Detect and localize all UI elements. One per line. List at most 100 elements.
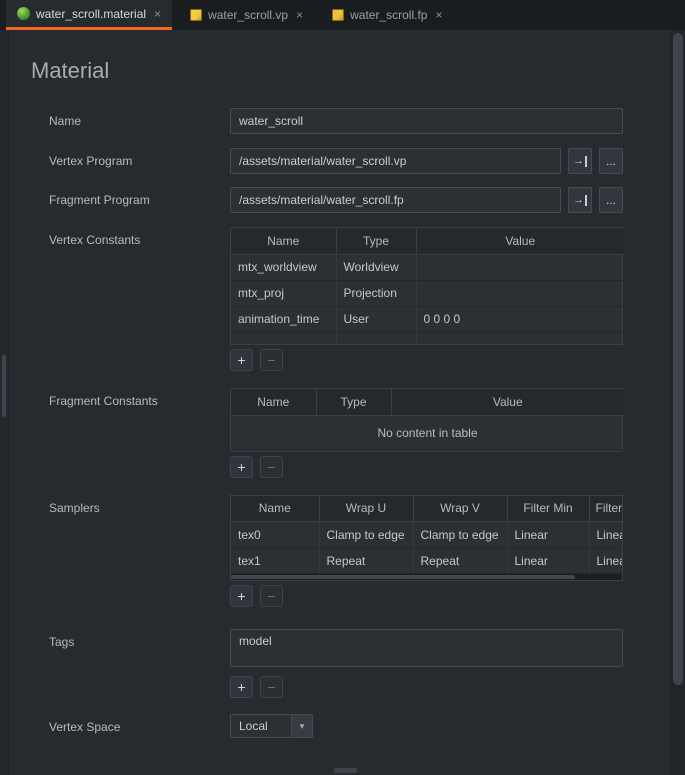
samplers-label: Samplers xyxy=(31,495,230,608)
column-header-filter-min: Filter Min xyxy=(507,496,589,522)
table-row[interactable]: mtx_worldview Worldview xyxy=(231,254,624,280)
cell-name[interactable]: tex0 xyxy=(231,522,319,548)
column-header-value: Value xyxy=(391,389,624,415)
cell-type[interactable]: User xyxy=(336,306,416,332)
vertex-program-row: Vertex Program → ... xyxy=(31,148,671,174)
tab-water-scroll-fp[interactable]: water_scroll.fp × xyxy=(321,0,453,30)
tab-water-scroll-material[interactable]: water_scroll.material × xyxy=(6,0,172,30)
cell-wrap-v[interactable]: Repeat xyxy=(413,548,507,574)
cell-filter-min[interactable]: Linear xyxy=(507,548,589,574)
close-tab-icon[interactable]: × xyxy=(296,8,303,22)
cell-name[interactable]: mtx_worldview xyxy=(231,254,336,280)
jump-to-resource-icon: → xyxy=(573,195,587,206)
table-row[interactable]: tex0 Clamp to edge Clamp to edge Linear … xyxy=(231,522,622,548)
vertical-scrollbar-thumb[interactable] xyxy=(673,33,683,685)
fragment-constants-row: Fragment Constants Name Type Value No co xyxy=(31,388,671,478)
remove-vertex-constant-button[interactable]: − xyxy=(260,349,283,371)
tags-row: Tags model + − xyxy=(31,629,671,698)
fragment-program-label: Fragment Program xyxy=(31,187,230,213)
remove-fragment-constant-button[interactable]: − xyxy=(260,456,283,478)
fragment-constants-table: Name Type Value No content in table xyxy=(230,388,623,452)
column-header-name: Name xyxy=(231,228,336,254)
table-row[interactable]: animation_time User 0 0 0 0 xyxy=(231,306,624,332)
name-row: Name xyxy=(31,108,671,134)
table-header-row: Name Type Value xyxy=(231,389,624,415)
add-tag-button[interactable]: + xyxy=(230,676,253,698)
page-title: Material xyxy=(31,58,671,84)
material-editor-panel: Material Name Vertex Program → ... Fragm… xyxy=(9,30,671,775)
table-header-row: Name Wrap U Wrap V Filter Min Filter xyxy=(231,496,622,522)
cell-value[interactable] xyxy=(416,280,624,306)
add-fragment-constant-button[interactable]: + xyxy=(230,456,253,478)
cell-wrap-v[interactable]: Clamp to edge xyxy=(413,522,507,548)
table-header-row: Name Type Value xyxy=(231,228,624,254)
cell-filter-min[interactable]: Linear xyxy=(507,522,589,548)
column-header-type: Type xyxy=(336,228,416,254)
cell-filter-mag[interactable]: Linear xyxy=(589,548,622,574)
fragment-program-input[interactable] xyxy=(230,187,561,213)
open-vertex-program-button[interactable]: → xyxy=(568,148,592,174)
vertex-program-input[interactable] xyxy=(230,148,561,174)
remove-sampler-button[interactable]: − xyxy=(260,585,283,607)
close-tab-icon[interactable]: × xyxy=(435,8,442,22)
open-fragment-program-button[interactable]: → xyxy=(568,187,592,213)
samplers-horizontal-scrollbar[interactable] xyxy=(231,574,622,580)
fragment-program-row: Fragment Program → ... xyxy=(31,187,671,213)
samplers-horizontal-scrollbar-thumb[interactable] xyxy=(231,575,575,579)
table-row[interactable]: tex1 Repeat Repeat Linear Linear xyxy=(231,548,622,574)
tags-label: Tags xyxy=(31,629,230,698)
cell-type[interactable]: Projection xyxy=(336,280,416,306)
column-header-name: Name xyxy=(231,496,319,522)
cell-wrap-u[interactable]: Repeat xyxy=(319,548,413,574)
vertex-space-dropdown[interactable]: Local ▾ xyxy=(230,714,313,738)
ellipsis-icon: ... xyxy=(606,193,616,207)
empty-table-row: No content in table xyxy=(231,415,624,450)
column-header-value: Value xyxy=(416,228,624,254)
vertical-scrollbar[interactable] xyxy=(671,30,685,775)
browse-vertex-program-button[interactable]: ... xyxy=(599,148,623,174)
tab-label: water_scroll.material xyxy=(36,7,146,21)
browse-fragment-program-button[interactable]: ... xyxy=(599,187,623,213)
column-header-type: Type xyxy=(316,389,391,415)
remove-tag-button[interactable]: − xyxy=(260,676,283,698)
tab-bar: water_scroll.material × water_scroll.vp … xyxy=(0,0,685,30)
vertex-constants-row: Vertex Constants Name Type Value mtx_wor xyxy=(31,227,671,371)
left-panel-splitter[interactable] xyxy=(0,30,9,775)
cell-value[interactable] xyxy=(416,254,624,280)
table-filler-row xyxy=(231,332,624,344)
cell-name[interactable]: animation_time xyxy=(231,306,336,332)
table-row[interactable]: mtx_proj Projection xyxy=(231,280,624,306)
vertex-program-label: Vertex Program xyxy=(31,148,230,174)
vertex-constants-table: Name Type Value mtx_worldview Worldview … xyxy=(230,227,623,345)
vertex-constants-label: Vertex Constants xyxy=(31,227,230,371)
fragment-program-file-icon xyxy=(332,9,344,21)
cell-name[interactable]: mtx_proj xyxy=(231,280,336,306)
vertex-space-label: Vertex Space xyxy=(31,714,230,738)
vertex-space-value[interactable]: Local xyxy=(230,714,291,738)
jump-to-resource-icon: → xyxy=(573,156,587,167)
column-header-wrap-u: Wrap U xyxy=(319,496,413,522)
add-sampler-button[interactable]: + xyxy=(230,585,253,607)
tags-input[interactable]: model xyxy=(230,629,623,667)
vertex-program-file-icon xyxy=(190,9,202,21)
vertex-space-dropdown-button[interactable]: ▾ xyxy=(291,714,313,738)
name-input[interactable] xyxy=(230,108,623,134)
cell-wrap-u[interactable]: Clamp to edge xyxy=(319,522,413,548)
material-sphere-icon xyxy=(17,7,30,20)
add-vertex-constant-button[interactable]: + xyxy=(230,349,253,371)
chevron-down-icon: ▾ xyxy=(300,721,305,732)
tab-label: water_scroll.fp xyxy=(350,8,427,22)
name-label: Name xyxy=(31,108,230,134)
vertex-space-row: Vertex Space Local ▾ xyxy=(31,714,671,738)
splitter-handle[interactable] xyxy=(2,355,6,417)
cell-value[interactable]: 0 0 0 0 xyxy=(416,306,624,332)
column-header-filter-mag: Filter xyxy=(589,496,622,522)
cell-name[interactable]: tex1 xyxy=(231,548,319,574)
samplers-row: Samplers Name Wrap U Wrap V Filter Min F… xyxy=(31,495,671,608)
cell-type[interactable]: Worldview xyxy=(336,254,416,280)
ellipsis-icon: ... xyxy=(606,154,616,168)
close-tab-icon[interactable]: × xyxy=(154,7,161,21)
tab-water-scroll-vp[interactable]: water_scroll.vp × xyxy=(179,0,314,30)
fragment-constants-label: Fragment Constants xyxy=(31,388,230,478)
cell-filter-mag[interactable]: Linear xyxy=(589,522,622,548)
